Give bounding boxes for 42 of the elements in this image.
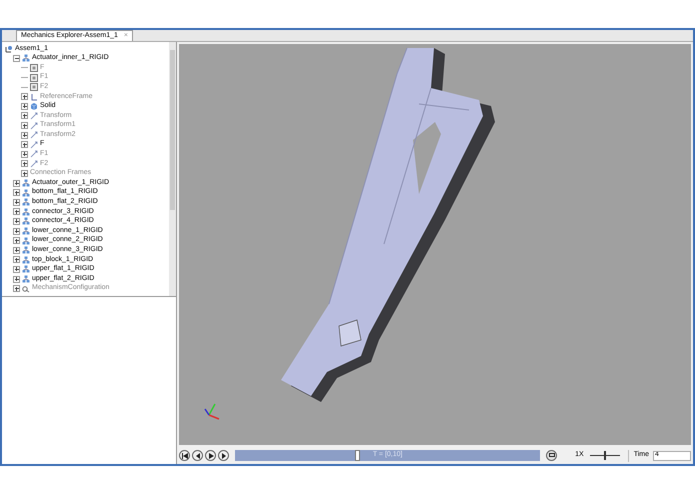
expander-toggle[interactable] (21, 93, 28, 100)
expander-toggle[interactable] (21, 132, 28, 139)
step-back-button[interactable] (192, 450, 204, 461)
expander-toggle[interactable] (13, 276, 20, 283)
loop-icon (548, 453, 555, 458)
expander-toggle[interactable] (13, 180, 20, 187)
skip-back-icon (182, 452, 188, 458)
step-forward-button[interactable] (218, 450, 230, 461)
expander-toggle[interactable] (13, 256, 20, 264)
axes-icon (30, 92, 38, 101)
expander-toggle[interactable] (13, 285, 20, 292)
expander-toggle[interactable] (21, 170, 28, 178)
expander-toggle[interactable] (13, 266, 20, 273)
expander-toggle[interactable] (13, 237, 20, 244)
speed-thumb[interactable] (604, 451, 606, 460)
step-back-icon (194, 452, 201, 458)
expander-toggle[interactable] (13, 198, 20, 206)
expander-toggle[interactable] (13, 189, 20, 196)
expander-toggle[interactable] (21, 150, 28, 158)
expander-toggle[interactable] (13, 54, 20, 62)
step-forward-icon (220, 452, 227, 458)
expander-toggle[interactable] (21, 102, 28, 110)
skip-back-button[interactable] (179, 450, 190, 461)
network-icon (22, 275, 30, 284)
play-icon (208, 452, 214, 458)
cube-icon (30, 102, 38, 110)
expander-toggle[interactable] (21, 112, 28, 120)
expander-toggle[interactable] (13, 218, 20, 225)
loop-button[interactable] (546, 450, 558, 461)
assembly-icon (5, 44, 13, 53)
timeline-thumb[interactable] (355, 450, 360, 461)
scrollbar[interactable] (169, 42, 176, 296)
expander-toggle[interactable] (13, 246, 20, 254)
expander-toggle[interactable] (13, 208, 20, 216)
speed-slider[interactable] (590, 451, 620, 460)
network-icon (22, 54, 30, 62)
transform-icon (30, 112, 38, 120)
expander-toggle[interactable] (21, 160, 28, 168)
expander-toggle[interactable] (13, 228, 20, 235)
expander-toggle[interactable] (21, 122, 28, 130)
play-button[interactable] (205, 450, 216, 461)
expander-toggle[interactable] (21, 141, 28, 148)
